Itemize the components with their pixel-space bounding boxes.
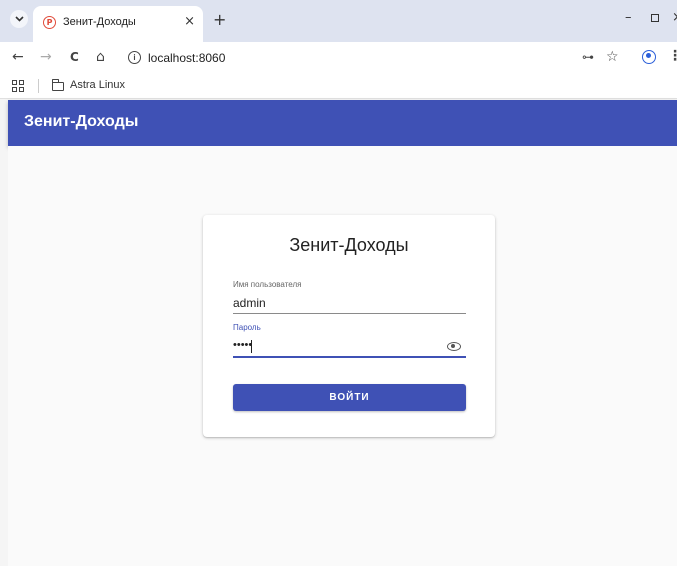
back-icon[interactable]: ← [12,49,24,65]
address-bar[interactable]: i localhost:8060 ⊶ ☆ [116,45,631,71]
reload-icon[interactable]: C [70,50,79,64]
app-header: Зенит-Доходы [8,100,677,146]
show-password-eye-icon[interactable] [447,342,461,351]
app-title: Зенит-Доходы [24,113,139,130]
login-title: Зенит-Доходы [289,235,409,255]
bookmarks-bar: Astra Linux [0,74,677,99]
site-info-icon[interactable]: i [128,51,141,64]
password-label: Пароль [233,323,261,332]
tab-search-chevron-icon[interactable] [10,10,28,28]
profile-icon[interactable] [642,50,656,64]
window-maximize-icon[interactable] [651,14,659,22]
window-close-icon[interactable]: × [672,10,677,25]
favicon-icon: P [43,16,56,29]
bookmark-star-icon[interactable]: ☆ [606,49,619,65]
tab-title: Зенит-Доходы [63,16,136,28]
login-button[interactable]: ВОЙТИ [233,384,466,411]
password-key-icon[interactable]: ⊶ [582,50,594,64]
forward-icon[interactable]: → [40,49,52,65]
username-label: Имя пользователя [233,280,302,289]
url-text: localhost:8060 [148,51,226,65]
text-caret [251,340,252,353]
password-field[interactable]: ••••• [233,339,252,351]
folder-icon [52,79,64,91]
tab-close-icon[interactable]: × [184,14,195,29]
bookmark-astra-linux[interactable]: Astra Linux [70,79,125,91]
username-underline [233,313,466,314]
bookmarks-divider [38,79,39,93]
username-field[interactable]: admin [233,296,266,310]
password-underline [233,356,466,358]
apps-grid-icon[interactable] [12,80,24,92]
browser-tab[interactable]: P Зенит-Доходы × [33,6,203,42]
new-tab-icon[interactable]: + [213,10,226,29]
browser-toolbar: ← → C ⌂ i localhost:8060 ⊶ ☆ ⋮ [0,42,677,74]
window-minimize-icon[interactable]: – [625,10,632,25]
browser-tabstrip: P Зенит-Доходы × + – × [0,0,677,42]
home-icon[interactable]: ⌂ [96,49,105,65]
browser-menu-icon[interactable]: ⋮ [668,48,677,64]
login-card: Зенит-Доходы Имя пользователя admin Паро… [203,215,495,437]
